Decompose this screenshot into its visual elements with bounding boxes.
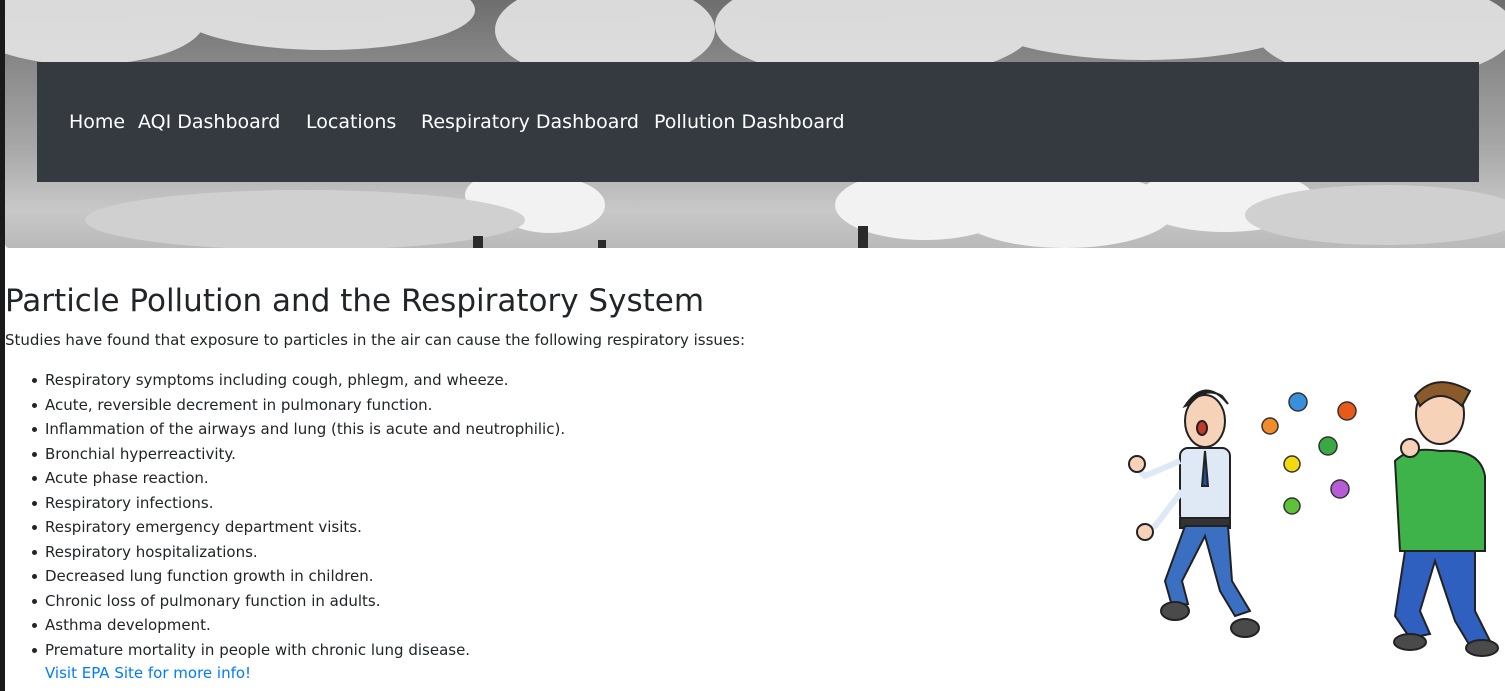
nav-locations[interactable]: Locations bbox=[306, 111, 396, 133]
coughing-germs-illustration bbox=[1110, 366, 1505, 666]
list-item: Inflammation of the airways and lung (th… bbox=[31, 419, 565, 444]
list-item: Premature mortality in people with chron… bbox=[31, 640, 565, 665]
list-item: Respiratory hospitalizations. bbox=[31, 542, 565, 567]
nav-aqi-dashboard[interactable]: AQI Dashboard bbox=[138, 111, 280, 133]
nav-home[interactable]: Home bbox=[69, 111, 125, 133]
epa-site-link[interactable]: Visit EPA Site for more info! bbox=[45, 664, 251, 682]
top-navbar: Home AQI Dashboard Locations Respiratory… bbox=[37, 62, 1479, 182]
intro-text: Studies have found that exposure to part… bbox=[5, 331, 746, 349]
nav-pollution-dashboard[interactable]: Pollution Dashboard bbox=[654, 111, 845, 133]
list-item: Asthma development. bbox=[31, 615, 565, 640]
coughing-illustration bbox=[1110, 366, 1505, 666]
nav-respiratory-dashboard[interactable]: Respiratory Dashboard bbox=[421, 111, 639, 133]
list-item: Respiratory emergency department visits. bbox=[31, 517, 565, 542]
list-item: Respiratory infections. bbox=[31, 493, 565, 518]
list-item: Acute, reversible decrement in pulmonary… bbox=[31, 395, 565, 420]
list-item: Chronic loss of pulmonary function in ad… bbox=[31, 591, 565, 616]
respiratory-issues-list: Respiratory symptoms including cough, ph… bbox=[31, 370, 565, 665]
list-item: Acute phase reaction. bbox=[31, 468, 565, 493]
list-item: Respiratory symptoms including cough, ph… bbox=[31, 370, 565, 395]
page-title: Particle Pollution and the Respiratory S… bbox=[5, 283, 705, 319]
list-item: Decreased lung function growth in childr… bbox=[31, 566, 565, 591]
list-item: Bronchial hyperreactivity. bbox=[31, 444, 565, 469]
